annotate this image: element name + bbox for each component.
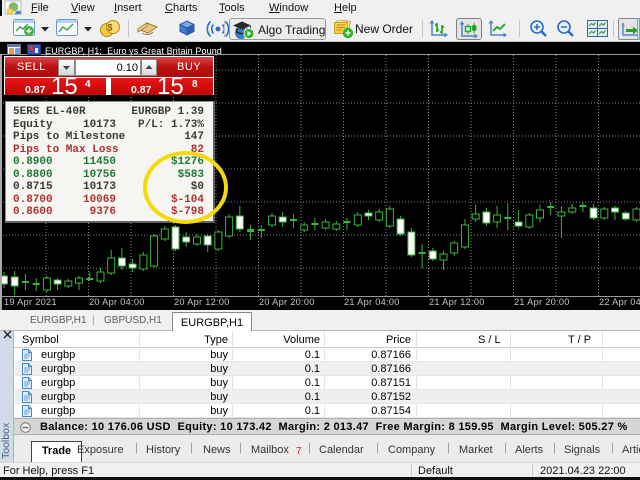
svg-text:20 Apr 20:00: 20 Apr 20:00 (259, 297, 315, 307)
svg-text:21 Apr 12:00: 21 Apr 12:00 (429, 297, 485, 307)
svg-text:21 Apr 20:00: 21 Apr 20:00 (514, 297, 570, 307)
svg-text:21 Apr 04:00: 21 Apr 04:00 (344, 297, 400, 307)
svg-text:20 Apr 04:00: 20 Apr 04:00 (89, 297, 145, 307)
svg-text:19 Apr 2021: 19 Apr 2021 (4, 297, 57, 307)
svg-text:$: $ (107, 23, 112, 33)
svg-text:22 Apr 04:00: 22 Apr 04:00 (599, 297, 640, 307)
svg-text:20 Apr 12:00: 20 Apr 12:00 (174, 297, 230, 307)
